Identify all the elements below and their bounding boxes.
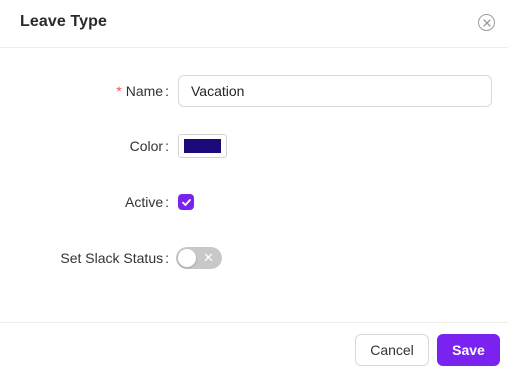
- required-mark: *: [116, 83, 122, 99]
- active-label: Active:: [124, 194, 169, 210]
- name-input[interactable]: [178, 75, 492, 107]
- leave-type-dialog: Leave Type *Name: Color: Active: Set Sla…: [0, 0, 508, 370]
- color-row: Color:: [0, 130, 508, 162]
- name-label: * Name:: [116, 83, 169, 99]
- close-icon[interactable]: [478, 14, 495, 31]
- name-row: * Name:: [0, 75, 508, 107]
- dialog-header: Leave Type: [0, 0, 508, 48]
- active-row: Active:: [0, 186, 508, 218]
- switch-off-icon: ✕: [203, 250, 214, 265]
- switch-knob: [178, 249, 196, 267]
- active-checkbox[interactable]: [178, 194, 194, 210]
- color-swatch: [184, 139, 221, 153]
- slack-status-switch[interactable]: ✕: [176, 247, 222, 269]
- checkmark-icon: [181, 198, 191, 206]
- color-label: Color:: [129, 138, 169, 154]
- cancel-button[interactable]: Cancel: [355, 334, 429, 366]
- color-picker[interactable]: [178, 134, 227, 158]
- slack-status-row: Set Slack Status: ✕: [0, 242, 508, 274]
- dialog-footer: Cancel Save: [0, 322, 508, 370]
- slack-status-label: Set Slack Status:: [60, 250, 169, 266]
- save-button[interactable]: Save: [437, 334, 500, 366]
- dialog-title: Leave Type: [20, 13, 107, 30]
